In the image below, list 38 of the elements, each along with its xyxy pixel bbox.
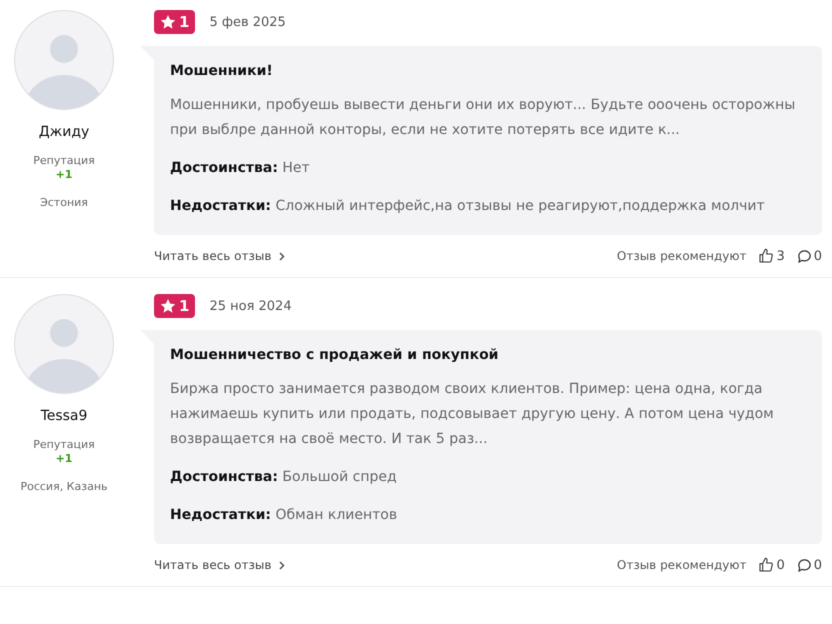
recommend-label: Отзыв рекомендуют <box>616 558 746 572</box>
chevron-icon <box>279 560 286 570</box>
rating-value: 1 <box>179 13 190 31</box>
review-text: Мошенники, пробуешь вывести деньги они их воруют... Будьте ооочень осторожны при выблре данной конторы, если не хотите потерять все идите к... <box>170 96 796 140</box>
review-text: Биржа просто занимается разводом своих клиентов. Пример: цена одна, когда нажимаешь купить или продать, подсовывает другую цену. А потом цена чудом возвращается на своё место. И так 5 раз... <box>170 380 775 449</box>
comment-icon <box>796 558 812 572</box>
like-button[interactable]: 3 <box>758 248 785 264</box>
reputation-value: +1 <box>56 452 72 465</box>
thumbs-up-icon <box>758 557 774 573</box>
thumbs-up-icon <box>758 248 774 264</box>
pros-text: Достоинства: Нет <box>170 159 311 178</box>
author-location: Россия, Казань <box>20 480 108 493</box>
comment-icon <box>796 248 812 264</box>
reputation-value: +1 <box>56 168 72 181</box>
recommend-label: Отзыв рекомендуют <box>616 249 746 263</box>
like-button[interactable]: 0 <box>758 557 785 573</box>
reputation-label: Репутация <box>33 438 95 451</box>
cons-text: Недостатки: Сложный интерфейс,на отзывы не реагируют,поддержка молчит <box>170 197 766 216</box>
author-name[interactable]: Джиду <box>38 124 90 140</box>
avatar-icon <box>14 10 114 110</box>
avatar-icon <box>14 294 114 394</box>
comment-button[interactable]: 0 <box>796 248 822 264</box>
star-icon <box>160 298 176 314</box>
review-date: 5 фев 2025 <box>209 14 286 30</box>
read-more-link[interactable]: Читать весь отзыв <box>154 558 286 572</box>
comment-button[interactable]: 0 <box>796 558 822 572</box>
author-location: Эстония <box>40 196 88 209</box>
read-more-link[interactable]: Читать весь отзыв <box>154 249 286 263</box>
review-title: Мошенники! <box>170 63 274 79</box>
cons-text: Недостатки: Обман клиентов <box>170 506 398 525</box>
review-title: Мошенничество с продажей и покупкой <box>170 347 500 363</box>
pros-text: Достоинства: Большой спред <box>170 468 398 487</box>
rating-value: 1 <box>179 297 190 315</box>
star-icon <box>160 14 176 30</box>
author-name[interactable]: Tessa9 <box>40 408 88 424</box>
review-date: 25 ноя 2024 <box>209 298 292 314</box>
reputation-label: Репутация <box>33 154 95 167</box>
chevron-icon <box>279 252 286 260</box>
